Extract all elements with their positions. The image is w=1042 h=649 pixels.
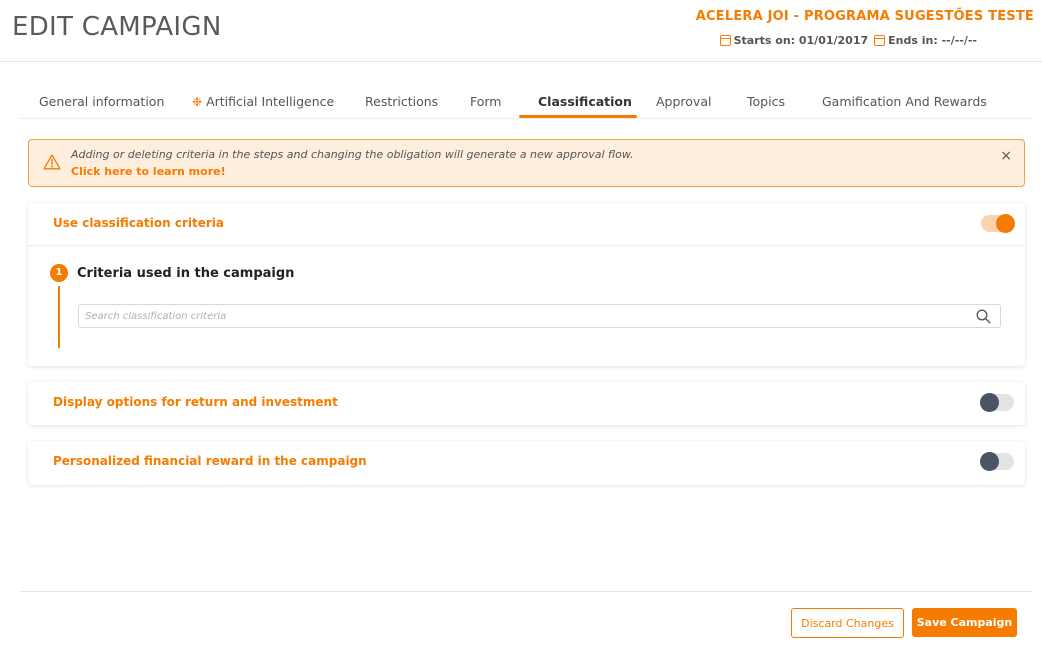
tab-label: Restrictions <box>365 94 439 109</box>
classification-criteria-header: Use classification criteria <box>28 203 1025 246</box>
footer-divider <box>20 591 1032 592</box>
end-date-label: Ends in: --/--/-- <box>888 34 977 47</box>
close-icon[interactable]: × <box>1000 148 1012 164</box>
classification-criteria-card: Use classification criteria 1 Criteria u… <box>28 203 1025 366</box>
financial-reward-header: Personalized financial reward in the cam… <box>28 441 1025 484</box>
step-number-badge: 1 <box>50 264 68 282</box>
financial-reward-title: Personalized financial reward in the cam… <box>53 454 367 468</box>
tab-label: Gamification And Rewards <box>822 94 987 109</box>
return-investment-title: Display options for return and investmen… <box>53 395 338 409</box>
tab-topics[interactable]: Topics <box>747 94 785 109</box>
tab-restrictions[interactable]: Restrictions <box>365 94 438 109</box>
tab-label: Topics <box>747 94 785 109</box>
tab-approval[interactable]: Approval <box>656 94 711 109</box>
sparkle-icon: ❉ <box>192 95 203 109</box>
campaign-name: ACELERA JOI - PROGRAMA SUGESTÕES TESTE <box>695 9 1034 24</box>
tab-label: Artificial Intelligence <box>206 94 335 109</box>
financial-reward-toggle[interactable] <box>980 452 1014 471</box>
return-investment-card: Display options for return and investmen… <box>28 382 1025 425</box>
search-icon[interactable] <box>976 309 991 328</box>
criteria-search-box <box>78 304 1001 328</box>
return-investment-toggle[interactable] <box>980 393 1014 412</box>
criteria-search-input[interactable] <box>79 305 959 327</box>
alert-message: Adding or deleting criteria in the steps… <box>71 148 634 161</box>
calendar-icon <box>874 35 886 46</box>
tab-label: Classification <box>538 94 632 109</box>
tab-classification[interactable]: Classification <box>538 94 632 109</box>
tab-label: Approval <box>656 94 712 109</box>
discard-changes-button[interactable]: Discard Changes <box>791 608 904 638</box>
step-title: Criteria used in the campaign <box>77 266 295 281</box>
tab-general-information[interactable]: General information <box>39 94 164 109</box>
financial-reward-card: Personalized financial reward in the cam… <box>28 441 1025 485</box>
classification-criteria-title: Use classification criteria <box>53 216 224 230</box>
active-tab-indicator <box>519 115 637 118</box>
toggle-knob <box>980 452 999 471</box>
start-date-label: Starts on: 01/01/2017 <box>733 34 869 47</box>
tab-label: Form <box>470 94 502 109</box>
save-campaign-button[interactable]: Save Campaign <box>912 608 1017 637</box>
step-line <box>58 286 60 348</box>
tab-label: General information <box>39 94 165 109</box>
return-investment-header: Display options for return and investmen… <box>28 382 1025 425</box>
toggle-knob <box>996 214 1015 233</box>
tab-gamification-and-rewards[interactable]: Gamification And Rewards <box>822 94 987 109</box>
campaign-dates: Starts on: 01/01/2017 Ends in: --/--/-- <box>719 34 977 47</box>
page-title: EDIT CAMPAIGN <box>12 12 222 42</box>
calendar-icon <box>719 35 731 46</box>
warning-icon <box>43 154 61 174</box>
end-date: Ends in: --/--/-- <box>874 34 977 47</box>
tab-artificial-intelligence[interactable]: ❉ Artificial Intelligence <box>192 94 334 109</box>
classification-criteria-toggle[interactable] <box>981 214 1015 233</box>
page-header: EDIT CAMPAIGN ACELERA JOI - PROGRAMA SUG… <box>0 0 1042 62</box>
start-date: Starts on: 01/01/2017 <box>719 34 869 47</box>
tab-form[interactable]: Form <box>470 94 502 109</box>
approval-flow-alert: Adding or deleting criteria in the steps… <box>28 139 1025 187</box>
toggle-knob <box>980 393 999 412</box>
learn-more-link[interactable]: Click here to learn more! <box>71 165 226 178</box>
campaign-tabs: General information ❉ Artificial Intellig… <box>20 88 1032 119</box>
